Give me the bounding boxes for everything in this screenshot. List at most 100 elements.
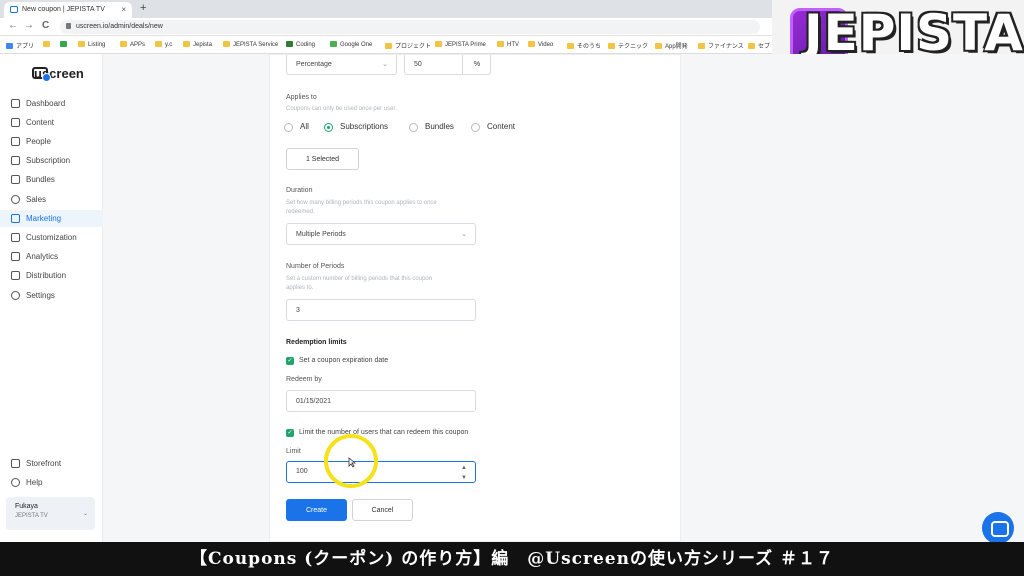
sidebar-item-analytics[interactable]: Analytics xyxy=(0,248,103,265)
radio-selected-icon xyxy=(324,123,333,132)
bookmark-item[interactable] xyxy=(43,41,53,48)
main-content: Percentage ⌄ 50 % Applies to Coupons can… xyxy=(103,54,1024,542)
dashboard-icon xyxy=(11,99,20,108)
url-input[interactable]: uscreen.io/admin/deals/new xyxy=(60,20,760,34)
limit-label: Limit xyxy=(286,448,301,455)
sidebar: uscreen Dashboard Content People Subscri… xyxy=(0,54,103,542)
sidebar-item-content[interactable]: Content xyxy=(0,114,103,131)
storefront-icon xyxy=(11,459,20,468)
brand-dot-icon xyxy=(42,73,51,82)
sidebar-item-sales[interactable]: Sales xyxy=(0,191,103,208)
dollar-icon xyxy=(11,195,20,204)
subscription-icon xyxy=(11,156,20,165)
bookmark-item[interactable]: Coding xyxy=(286,41,315,48)
close-tab-icon[interactable]: × xyxy=(121,5,126,14)
number-stepper-icon[interactable]: ▲ ▼ xyxy=(461,462,467,483)
applies-to-label: Applies to xyxy=(286,94,317,101)
megaphone-icon xyxy=(11,214,20,223)
bookmark-item[interactable]: セブ xyxy=(748,41,770,50)
chart-icon xyxy=(11,252,20,261)
bookmark-item[interactable]: そのうち xyxy=(567,41,601,50)
create-button[interactable]: Create xyxy=(286,499,347,521)
periods-help-line2: applies to. xyxy=(286,285,314,291)
chat-widget-button[interactable] xyxy=(982,512,1014,544)
duration-label: Duration xyxy=(286,187,313,194)
sidebar-item-customization[interactable]: Customization xyxy=(0,229,103,246)
bookmark-item[interactable]: HTV xyxy=(497,41,519,48)
sidebar-item-subscription[interactable]: Subscription xyxy=(0,152,103,169)
bookmark-item[interactable]: ファイナンス xyxy=(698,41,744,50)
reload-icon[interactable]: C xyxy=(42,20,49,31)
selected-items-button[interactable]: 1 Selected xyxy=(286,148,359,170)
edit-icon xyxy=(11,233,20,242)
bookmark-item[interactable]: y.c xyxy=(155,41,172,48)
discount-type-select[interactable]: Percentage ⌄ xyxy=(286,55,397,75)
lock-icon xyxy=(66,23,71,29)
gear-icon xyxy=(11,291,20,300)
new-tab-button[interactable]: + xyxy=(140,2,146,14)
check-icon: ✓ xyxy=(286,429,294,437)
sidebar-item-marketing[interactable]: Marketing xyxy=(0,210,103,227)
redeem-by-date-input[interactable]: 01/15/2021 xyxy=(286,390,476,412)
bookmark-item[interactable]: Listing xyxy=(78,41,105,48)
bookmark-item[interactable]: JEPISTA Prime xyxy=(435,41,486,48)
radio-circle-icon xyxy=(284,123,293,132)
sidebar-item-help[interactable]: Help xyxy=(0,474,103,491)
chevron-down-icon: ⌄ xyxy=(382,61,388,68)
sidebar-item-settings[interactable]: Settings xyxy=(0,287,103,304)
mouse-pointer-icon xyxy=(348,457,356,468)
check-icon: ✓ xyxy=(286,357,294,365)
percent-unit: % xyxy=(462,55,491,74)
people-icon xyxy=(11,137,20,146)
periods-help-line1: Set a custom number of billing periods t… xyxy=(286,276,433,282)
brand-logo[interactable]: uscreen xyxy=(14,66,84,82)
browser-tab[interactable]: New coupon | JEPISTA TV × xyxy=(4,2,132,18)
chevron-down-icon: ⌄ xyxy=(82,511,88,517)
bookmark-item[interactable]: Video xyxy=(528,41,553,48)
radio-circle-icon xyxy=(409,123,418,132)
chevron-down-icon: ⌄ xyxy=(461,231,467,238)
radio-all[interactable]: All xyxy=(284,122,309,132)
radio-content[interactable]: Content xyxy=(471,122,515,132)
redeem-by-label: Redeem by xyxy=(286,376,322,383)
applies-to-help: Coupons can only be used once per user. xyxy=(286,106,397,112)
bookmark-item[interactable]: JEPISTA Service xyxy=(223,41,278,48)
sidebar-item-distribution[interactable]: Distribution xyxy=(0,267,103,284)
bookmark-item[interactable] xyxy=(60,41,70,48)
bookmark-item[interactable]: アプリ xyxy=(6,41,34,50)
redemption-title: Redemption limits xyxy=(286,339,347,346)
bookmark-item[interactable]: Google One xyxy=(330,41,372,48)
user-name: Fukaya xyxy=(15,503,38,510)
limit-users-checkbox[interactable]: ✓ Limit the number of users that can rede… xyxy=(286,429,468,437)
cancel-button[interactable]: Cancel xyxy=(352,499,413,521)
bookmark-item[interactable]: APPs xyxy=(120,41,145,48)
folder-icon xyxy=(11,118,20,127)
back-icon[interactable]: ← xyxy=(8,20,18,31)
limit-number-input[interactable]: 100 ▲ ▼ xyxy=(286,461,476,483)
radio-subscriptions[interactable]: Subscriptions xyxy=(324,122,388,132)
duration-help-line2: redeemed. xyxy=(286,209,315,215)
sidebar-item-storefront[interactable]: Storefront xyxy=(0,455,103,472)
sidebar-item-dashboard[interactable]: Dashboard xyxy=(0,95,103,112)
favicon-icon xyxy=(10,6,18,13)
forward-icon[interactable]: → xyxy=(24,20,34,31)
duration-select[interactable]: Multiple Periods ⌄ xyxy=(286,223,476,245)
periods-input[interactable]: 3 xyxy=(286,299,476,321)
distribution-icon xyxy=(11,271,20,280)
discount-value-input[interactable]: 50 % xyxy=(404,55,491,75)
sidebar-item-bundles[interactable]: Bundles xyxy=(0,171,103,188)
bookmark-item[interactable]: プロジェクト xyxy=(385,41,431,50)
periods-label: Number of Periods xyxy=(286,263,345,270)
radio-circle-icon xyxy=(471,123,480,132)
video-caption: 【Coupons (クーポン) の作り方】編 @Uscreenの使い方シリーズ … xyxy=(0,542,1024,576)
sidebar-item-people[interactable]: People xyxy=(0,133,103,150)
account-switcher[interactable]: Fukaya JEPISTA TV ⌄ xyxy=(6,497,95,530)
bookmark-item[interactable]: Jepista xyxy=(183,41,212,48)
radio-bundles[interactable]: Bundles xyxy=(409,122,454,132)
expiration-checkbox[interactable]: ✓ Set a coupon expiration date xyxy=(286,357,388,365)
bookmark-item[interactable]: テクニック xyxy=(608,41,648,50)
tab-title: New coupon | JEPISTA TV xyxy=(22,6,105,13)
duration-help-line1: Set how many billing periods this coupon… xyxy=(286,200,437,206)
url-text: uscreen.io/admin/deals/new xyxy=(76,23,163,30)
bookmark-item[interactable]: App開発 xyxy=(655,41,688,50)
